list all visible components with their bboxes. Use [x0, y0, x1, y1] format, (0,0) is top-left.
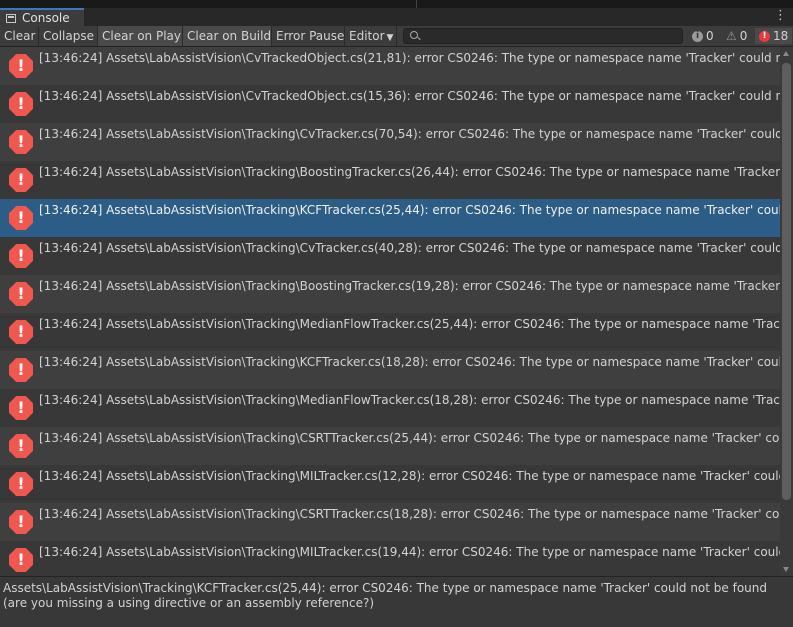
- console-toolbar: Clear Collapse Clear on Play Clear on Bu…: [0, 26, 793, 47]
- search-box[interactable]: [403, 28, 683, 44]
- error-icon: !: [9, 548, 33, 572]
- scroll-down-icon[interactable]: [783, 567, 789, 572]
- clear-button-label: Clear: [4, 29, 36, 43]
- log-entry-text: [13:46:24] Assets\LabAssistVision\Tracki…: [39, 203, 780, 217]
- clear-on-play-toggle[interactable]: Clear on Play: [98, 26, 183, 46]
- log-entry[interactable]: ! [13:46:24] Assets\LabAssistVision\Track…: [0, 275, 780, 313]
- editor-top-strip: [0, 0, 793, 8]
- error-icon: !: [9, 92, 33, 116]
- error-icon: !: [9, 396, 33, 420]
- error-pause-label: Error Pause: [276, 29, 345, 43]
- log-entry[interactable]: ! [13:46:24] Assets\LabAssistVision\CvTra…: [0, 47, 780, 85]
- error-icon: !: [9, 358, 33, 382]
- error-icon: !: [9, 472, 33, 496]
- info-count-toggle[interactable]: i 0: [688, 28, 718, 44]
- clear-button[interactable]: Clear: [0, 26, 39, 46]
- log-entry[interactable]: ! [13:46:24] Assets\LabAssistVision\Track…: [0, 427, 780, 465]
- error-pause-toggle[interactable]: Error Pause: [272, 26, 345, 46]
- log-entry-text: [13:46:24] Assets\LabAssistVision\CvTrac…: [39, 89, 780, 103]
- clear-on-build-label: Clear on Build: [187, 29, 272, 43]
- top-strip-divider: [416, 0, 417, 8]
- more-options-icon[interactable]: ⋮: [774, 9, 787, 23]
- error-icon: !: [9, 320, 33, 344]
- log-entry-text: [13:46:24] Assets\LabAssistVision\Tracki…: [39, 393, 780, 407]
- error-icon: !: [9, 434, 33, 458]
- tab-console-label: Console: [22, 11, 70, 25]
- error-icon: !: [9, 206, 33, 230]
- error-icon: !: [9, 130, 33, 154]
- chevron-down-icon: ▼: [386, 33, 394, 43]
- log-entry-text: [13:46:24] Assets\LabAssistVision\Tracki…: [39, 127, 780, 141]
- error-icon: !: [9, 244, 33, 268]
- log-entry-text: [13:46:24] Assets\LabAssistVision\Tracki…: [39, 279, 780, 293]
- log-entry-text: [13:46:24] Assets\LabAssistVision\Tracki…: [39, 545, 780, 559]
- tab-console[interactable]: Console: [0, 8, 84, 26]
- clear-on-build-toggle[interactable]: Clear on Build: [183, 26, 272, 46]
- editor-dropdown-label: Editor: [349, 29, 385, 43]
- scrollbar-thumb[interactable]: [782, 63, 791, 500]
- log-entry[interactable]: ! [13:46:24] Assets\LabAssistVision\CvTra…: [0, 85, 780, 123]
- log-entry[interactable]: ! [13:46:24] Assets\LabAssistVision\Track…: [0, 351, 780, 389]
- warning-icon: ⚠: [726, 29, 737, 43]
- info-icon: i: [692, 30, 703, 42]
- warning-count-toggle[interactable]: ⚠ 0: [722, 28, 751, 44]
- log-entry[interactable]: ! [13:46:24] Assets\LabAssistVision\Track…: [0, 199, 780, 237]
- log-entry[interactable]: ! [13:46:24] Assets\LabAssistVision\Track…: [0, 161, 780, 199]
- console-icon: [6, 13, 16, 23]
- log-entry[interactable]: ! [13:46:24] Assets\LabAssistVision\Track…: [0, 465, 780, 503]
- info-count: 0: [706, 29, 714, 43]
- tab-bar: Console ⋮: [0, 8, 793, 26]
- log-entry-text: [13:46:24] Assets\LabAssistVision\Tracki…: [39, 241, 780, 255]
- message-detail: Assets\LabAssistVision\Tracking\KCFTrack…: [0, 577, 793, 627]
- clear-on-play-label: Clear on Play: [102, 29, 181, 43]
- log-entry-text: [13:46:24] Assets\LabAssistVision\Tracki…: [39, 507, 780, 521]
- log-entry-text: [13:46:24] Assets\LabAssistVision\Tracki…: [39, 355, 780, 369]
- log-entry[interactable]: ! [13:46:24] Assets\LabAssistVision\Track…: [0, 541, 780, 576]
- detail-text: Assets\LabAssistVision\Tracking\KCFTrack…: [3, 581, 768, 610]
- error-count-toggle[interactable]: ! 18: [755, 28, 793, 44]
- error-icon: !: [9, 510, 33, 534]
- scroll-up-icon[interactable]: [783, 51, 789, 56]
- log-scrollbar[interactable]: [780, 47, 793, 576]
- collapse-button-label: Collapse: [43, 29, 94, 43]
- search-icon: [410, 31, 418, 39]
- log-entry-text: [13:46:24] Assets\LabAssistVision\CvTrac…: [39, 51, 780, 65]
- editor-dropdown[interactable]: Editor ▼: [345, 26, 397, 46]
- error-icon: !: [9, 282, 33, 306]
- log-entry[interactable]: ! [13:46:24] Assets\LabAssistVision\Track…: [0, 237, 780, 275]
- log-entry[interactable]: ! [13:46:24] Assets\LabAssistVision\Track…: [0, 123, 780, 161]
- log-list[interactable]: ! [13:46:24] Assets\LabAssistVision\CvTra…: [0, 47, 780, 576]
- error-count: 18: [773, 29, 789, 43]
- warning-count: 0: [739, 29, 748, 43]
- log-entry[interactable]: ! [13:46:24] Assets\LabAssistVision\Track…: [0, 313, 780, 351]
- log-entry-text: [13:46:24] Assets\LabAssistVision\Tracki…: [39, 165, 780, 179]
- error-icon: !: [9, 168, 33, 192]
- log-entry[interactable]: ! [13:46:24] Assets\LabAssistVision\Track…: [0, 503, 780, 541]
- log-entry-text: [13:46:24] Assets\LabAssistVision\Tracki…: [39, 317, 780, 331]
- search-input[interactable]: [422, 29, 677, 43]
- error-icon: !: [759, 30, 770, 42]
- log-entry-text: [13:46:24] Assets\LabAssistVision\Tracki…: [39, 469, 780, 483]
- log-entry[interactable]: ! [13:46:24] Assets\LabAssistVision\Track…: [0, 389, 780, 427]
- log-entry-text: [13:46:24] Assets\LabAssistVision\Tracki…: [39, 431, 780, 445]
- error-icon: !: [9, 54, 33, 78]
- collapse-button[interactable]: Collapse: [39, 26, 98, 46]
